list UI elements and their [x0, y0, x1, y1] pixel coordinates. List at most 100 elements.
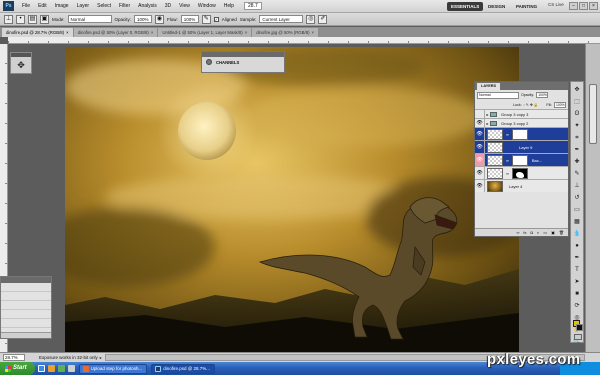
menu-view[interactable]: View [175, 0, 194, 13]
tab-document-1[interactable]: dinofire.psd @ 28.7% (RGB/8) × [2, 28, 73, 37]
start-button[interactable]: Start [0, 362, 35, 375]
history-item[interactable] [1, 292, 51, 301]
status-menu-arrow-icon[interactable]: ▸ [100, 355, 102, 360]
close-icon[interactable]: × [589, 2, 598, 10]
opacity-field[interactable]: 100% [134, 15, 153, 23]
aligned-checkbox[interactable]: ✓ [213, 16, 219, 22]
workspace-design-button[interactable]: DESIGN [484, 2, 509, 11]
taskbar-item-browser[interactable]: Upload step for photosh... [78, 363, 148, 374]
history-item[interactable] [1, 301, 51, 310]
pressure-opacity-icon[interactable]: ◉ [155, 14, 165, 24]
lock-icons[interactable]: ▫ ✎ ✥ 🔒 [524, 103, 539, 107]
quick-mask-icon[interactable] [574, 334, 582, 340]
taskbar-item-photoshop[interactable]: dinofire.psd @ 28.7%... [151, 363, 216, 374]
brush-panel-icon[interactable]: ▤ [28, 14, 37, 24]
menu-window[interactable]: Window [194, 0, 220, 13]
layer-mask-thumbnail[interactable] [511, 167, 528, 179]
add-mask-icon[interactable]: ◘ [531, 230, 533, 235]
close-tab-icon[interactable]: × [151, 30, 154, 35]
eye-icon[interactable]: 👁 [475, 128, 485, 140]
ignore-adjustment-layers-icon[interactable]: ◎ [306, 14, 316, 24]
airbrush-icon[interactable]: ✎ [201, 14, 211, 24]
pen-tool-icon[interactable]: ✒ [572, 253, 582, 263]
panel-grip[interactable] [11, 53, 31, 57]
eye-icon[interactable]: 👁 [475, 180, 485, 192]
menu-help[interactable]: Help [220, 0, 238, 13]
close-tab-icon[interactable]: × [312, 30, 315, 35]
background-color-swatch[interactable] [576, 324, 583, 331]
quick-select-tool-icon[interactable]: ✦ [572, 121, 582, 131]
clone-stamp-tool-icon[interactable]: ⊥ [4, 14, 13, 24]
close-tab-icon[interactable]: × [245, 30, 248, 35]
layer-row[interactable]: 👁 Layer 9 [475, 140, 568, 153]
document-canvas[interactable] [65, 47, 519, 352]
layer-row[interactable]: 👁 ∞ [475, 166, 568, 179]
scrollbar-thumb[interactable] [589, 84, 597, 144]
show-desktop-icon[interactable] [67, 365, 75, 372]
workspace-essentials-button[interactable]: ESSENTIALS [447, 2, 484, 11]
eyedropper-tool-icon[interactable]: ✒ [572, 145, 582, 155]
dodge-tool-icon[interactable]: ● [572, 241, 582, 251]
tab-document-3[interactable]: Untitled-1 @ 50% (Layer 1, Layer Mask/8)… [158, 28, 252, 37]
layer-mask-thumbnail[interactable] [511, 128, 528, 140]
eye-icon[interactable]: 👁 [475, 141, 485, 153]
visibility-toggle[interactable] [475, 110, 485, 118]
layer-row[interactable]: ▸ Group 3 copy 3 [475, 109, 568, 118]
vertical-scrollbar[interactable] [585, 44, 600, 352]
cs-live-button[interactable]: CS Live [548, 2, 564, 7]
lasso-tool-icon[interactable]: ʘ [572, 109, 582, 119]
layer-row[interactable]: 👁 Layer 4 [475, 179, 568, 192]
minimize-icon[interactable]: – [569, 2, 578, 10]
menu-select[interactable]: Select [93, 0, 115, 13]
marquee-tool-icon[interactable]: ⬚ [572, 97, 582, 107]
layer-row[interactable]: 👁 ▸ Group 3 copy 2 [475, 118, 568, 127]
zoom-level-field[interactable]: 28.7 [244, 2, 262, 10]
status-zoom-field[interactable]: 28.7% [3, 354, 25, 361]
fx-icon[interactable]: fx [523, 230, 526, 235]
ruler-horizontal[interactable] [8, 37, 600, 44]
adjustment-layer-icon[interactable]: ◐ [537, 230, 539, 235]
layer-row[interactable]: 👁 ∞ [475, 127, 568, 140]
clone-source-icon[interactable]: ▣ [40, 14, 49, 24]
tab-document-2[interactable]: dinofire.psd @ 50% (Layer 0, RGB/8) × [73, 28, 158, 37]
flow-field[interactable]: 100% [180, 15, 199, 23]
shape-tool-icon[interactable]: ■ [572, 289, 582, 299]
folder-icon[interactable] [47, 365, 55, 372]
menu-edit[interactable]: Edit [34, 0, 51, 13]
link-layers-icon[interactable]: ∞ [517, 230, 520, 235]
sample-select[interactable]: Current Layer [259, 15, 304, 23]
history-item[interactable] [1, 319, 51, 328]
move-tool-icon[interactable]: ✥ [572, 85, 582, 95]
type-tool-icon[interactable]: T [572, 265, 582, 275]
history-brush-tool-icon[interactable]: ↺ [572, 193, 582, 203]
eye-icon[interactable]: 👁 [475, 154, 485, 166]
layer-opacity-field[interactable]: 100% [536, 92, 549, 98]
channels-panel-tab[interactable]: CHANNELS [202, 57, 284, 65]
history-item[interactable] [1, 310, 51, 319]
move-tool-icon[interactable]: ✥ [15, 60, 27, 71]
menu-3d[interactable]: 3D [161, 0, 175, 13]
blur-tool-icon[interactable]: 💧 [572, 229, 582, 239]
tab-document-4[interactable]: dinofire.jpg @ 50% (RGB/8) × [252, 28, 319, 37]
brush-preset-icon[interactable]: • [16, 14, 25, 24]
mode-select[interactable]: Normal [67, 15, 112, 23]
eye-icon[interactable]: 👁 [475, 167, 485, 179]
crop-tool-icon[interactable]: ⌗ [572, 133, 582, 143]
clone-stamp-tool-icon[interactable]: ⊥ [572, 181, 582, 191]
path-selection-tool-icon[interactable]: ➤ [572, 277, 582, 287]
trash-icon[interactable]: 🗑 [559, 230, 564, 235]
gradient-tool-icon[interactable]: ▦ [572, 217, 582, 227]
maximize-icon[interactable]: □ [579, 2, 588, 10]
layer-row[interactable]: 👁 ∞ Bac... [475, 153, 568, 166]
3d-rotate-tool-icon[interactable]: ⟳ [572, 301, 582, 311]
brush-tool-icon[interactable]: ✎ [572, 169, 582, 179]
workspace-painting-button[interactable]: PAINTING [512, 2, 541, 11]
menu-analysis[interactable]: Analysis [134, 0, 161, 13]
eye-icon[interactable]: 👁 [475, 119, 485, 127]
menu-filter[interactable]: Filter [115, 0, 134, 13]
tab-layers[interactable]: LAYERS [477, 83, 501, 90]
new-group-icon[interactable]: ▭ [543, 230, 547, 235]
new-layer-icon[interactable]: ▣ [551, 230, 555, 235]
menu-file[interactable]: File [18, 0, 34, 13]
menu-layer[interactable]: Layer [73, 0, 94, 13]
